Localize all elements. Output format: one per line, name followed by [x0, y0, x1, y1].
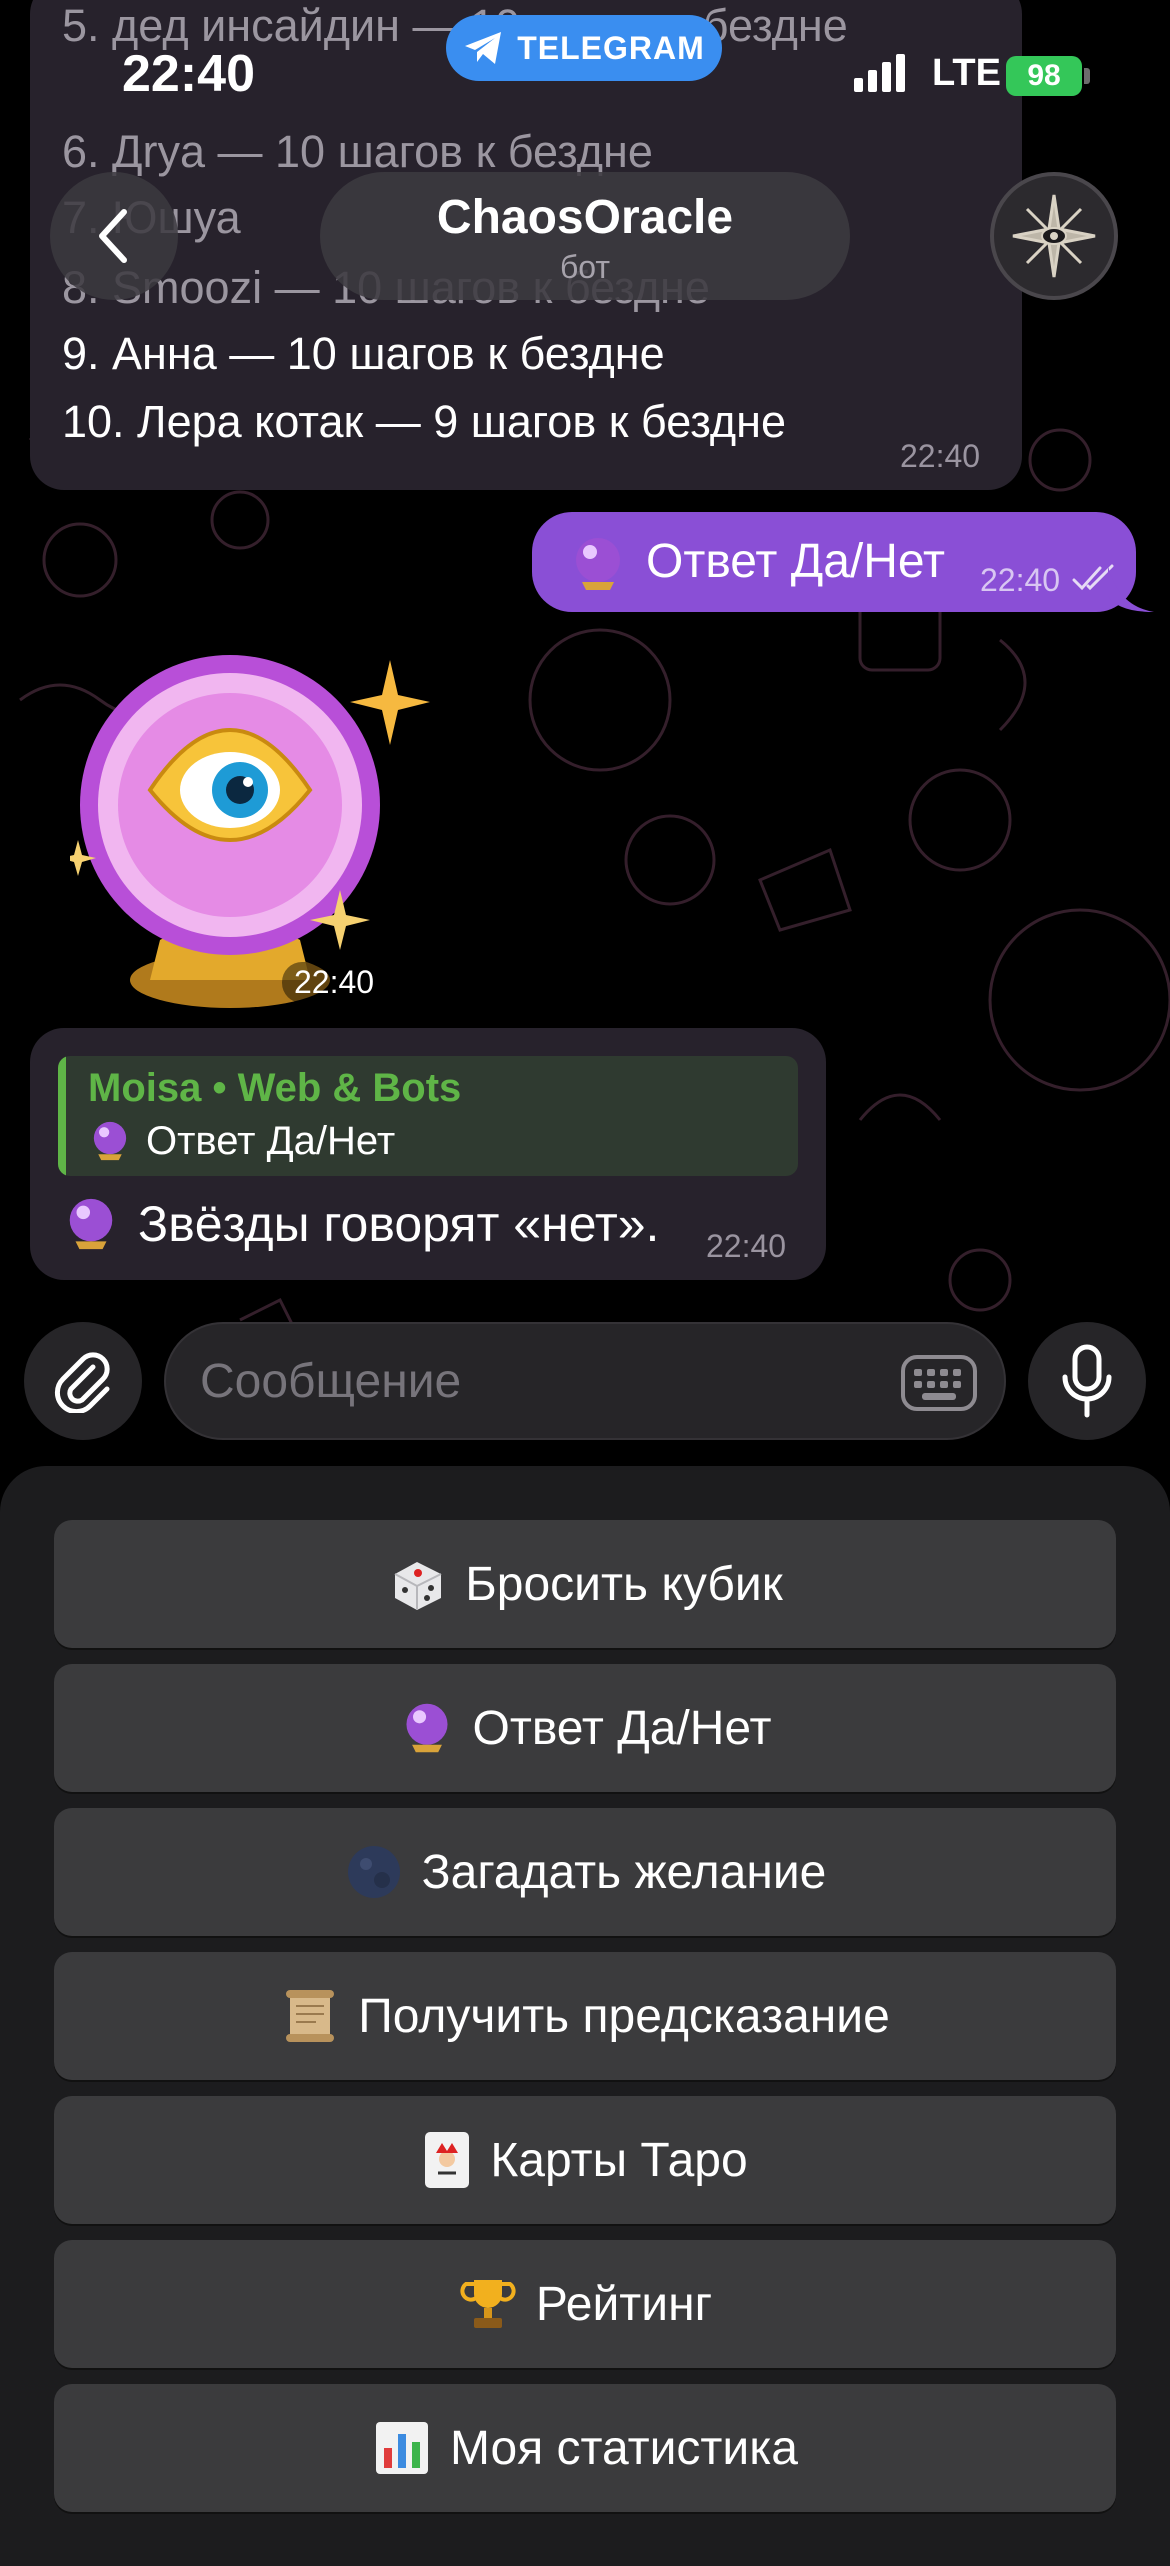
button-label: Бросить кубик [465, 1557, 783, 1611]
message-time: 22:40 [980, 562, 1061, 598]
message-input[interactable] [198, 1350, 842, 1412]
sticker-time: 22:40 [282, 962, 387, 1003]
moon-icon [347, 1846, 400, 1898]
battery-tip [1084, 68, 1090, 84]
bot-keyboard: Бросить кубик Ответ Да/Нет Загадать жела… [0, 1466, 1170, 2566]
button-label: Получить предсказание [358, 1989, 890, 2043]
status-time: 22:40 [122, 45, 255, 103]
paperclip-icon [54, 1352, 110, 1413]
message-line: 9. Анна — 10 шагов к бездне [62, 328, 665, 379]
reply-quote: Ответ Да/Нет [88, 1118, 395, 1164]
bubble-tail [1108, 566, 1154, 612]
attach-button[interactable] [24, 1322, 142, 1440]
reply-preview[interactable]: Moisa • Web & Bots Ответ Да/Нет [58, 1056, 798, 1176]
keyboard-button-tarot[interactable]: Карты Таро [54, 2096, 1116, 2224]
trophy-icon [460, 2280, 516, 2328]
telegram-plane-icon [465, 32, 502, 64]
chat-subtitle: бот [559, 249, 611, 285]
bot-avatar[interactable] [990, 172, 1118, 300]
reply-text: Ответ Да/Нет [146, 1118, 396, 1163]
crystal-ball-sticker[interactable] [70, 640, 440, 1020]
telegram-label: TELEGRAM [517, 29, 705, 66]
keyboard-button-prediction[interactable]: Получить предсказание [54, 1952, 1116, 2080]
message-input-field[interactable] [164, 1322, 1006, 1440]
back-button[interactable] [50, 172, 178, 300]
chat-title[interactable]: ChaosOracle бот [320, 172, 850, 300]
keyboard-button-roll-dice[interactable]: Бросить кубик [54, 1520, 1116, 1648]
message-line: 6. Дrya — 10 шагов к бездне [62, 126, 653, 177]
outgoing-message[interactable]: Ответ Да/Нет 22:40 [532, 512, 1136, 612]
crystal-ball-icon [405, 1703, 448, 1753]
keyboard-button-yes-no[interactable]: Ответ Да/Нет [54, 1664, 1116, 1792]
message-text: Звёзды говорят «нет». [138, 1196, 660, 1252]
microphone-button[interactable] [1028, 1322, 1146, 1440]
crystal-ball-icon [69, 1198, 113, 1250]
message-time: 22:40 [706, 1228, 787, 1264]
button-label: Загадать желание [421, 1845, 827, 1899]
crystal-ball-icon [576, 538, 620, 590]
keyboard-button-my-stats[interactable]: Моя статистика [54, 2384, 1116, 2512]
signal-icon [854, 54, 905, 92]
chaos-star-icon [1012, 194, 1096, 278]
dice-icon [394, 1562, 442, 1610]
message-time: 22:40 [900, 438, 981, 474]
scroll-icon [286, 1990, 335, 2042]
incoming-message[interactable]: Moisa • Web & Bots Ответ Да/Нет Звёзды г… [30, 1028, 826, 1280]
network-type: LTE [932, 52, 1001, 94]
button-label: Карты Таро [490, 2133, 748, 2187]
battery-icon: 98 [1006, 56, 1082, 96]
joker-card-icon [425, 2132, 470, 2188]
message-line: 10. Лера котак — 9 шагов к бездне [62, 396, 787, 447]
telegram-pill[interactable]: TELEGRAM [446, 15, 722, 81]
keyboard-button-make-wish[interactable]: Загадать желание [54, 1808, 1116, 1936]
crystal-ball-icon [93, 1121, 127, 1161]
reply-author: Moisa • Web & Bots [88, 1066, 462, 1110]
button-label: Рейтинг [535, 2277, 713, 2331]
chat-name: ChaosOracle [436, 191, 734, 244]
bar-chart-icon [376, 2422, 428, 2474]
battery-level: 98 [1027, 59, 1061, 92]
message-text: Ответ Да/Нет [646, 535, 945, 588]
keyboard-icon[interactable] [900, 1354, 978, 1412]
reply-accent-bar [58, 1056, 66, 1176]
keyboard-button-rating[interactable]: Рейтинг [54, 2240, 1116, 2368]
message-body: Звёзды говорят «нет». [62, 1194, 659, 1254]
chevron-left-icon [99, 209, 127, 263]
microphone-icon [1062, 1344, 1112, 1418]
button-label: Моя статистика [450, 2421, 798, 2475]
button-label: Ответ Да/Нет [472, 1701, 772, 1755]
